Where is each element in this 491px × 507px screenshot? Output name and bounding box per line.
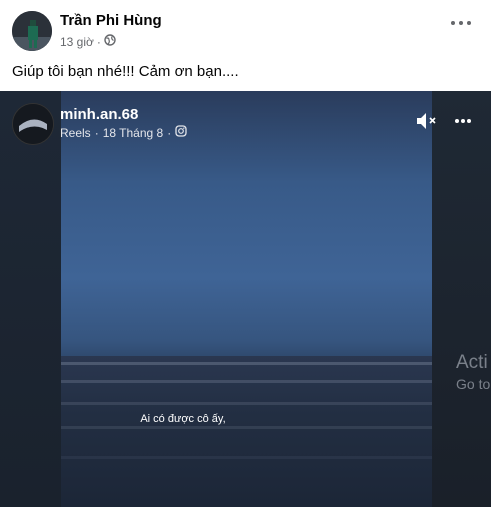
post-meta: 13 giờ · xyxy=(60,34,116,49)
reel-backdrop-left xyxy=(0,91,61,507)
reel-caption: Ai có được cô ấy, xyxy=(140,413,226,425)
watermark-subtitle: Go to xyxy=(456,376,491,392)
activation-watermark: Acti Go to xyxy=(456,352,490,392)
reel-backdrop-right xyxy=(432,91,491,507)
reel-meta: Reels · 18 Tháng 8 · xyxy=(60,125,187,140)
mute-icon[interactable] xyxy=(415,111,439,131)
reel-label[interactable]: Reels xyxy=(60,126,91,140)
instagram-icon xyxy=(175,125,187,140)
watermark-title: Acti xyxy=(456,352,488,373)
author-name[interactable]: Trần Phi Hùng xyxy=(60,12,162,29)
reel-video-frame[interactable] xyxy=(61,91,432,507)
reel-player[interactable]: minh.an.68 Reels · 18 Tháng 8 · Ai có đư… xyxy=(0,91,491,507)
reel-username[interactable]: minh.an.68 xyxy=(60,106,138,123)
post-header: Trần Phi Hùng 13 giờ · xyxy=(0,0,491,58)
globe-icon xyxy=(104,34,116,49)
post-time[interactable]: 13 giờ xyxy=(60,35,94,49)
post-text: Giúp tôi bạn nhé!!! Cảm ơn bạn.... xyxy=(12,63,239,80)
reel-date[interactable]: 18 Tháng 8 xyxy=(103,126,164,140)
reel-options-button[interactable] xyxy=(455,118,471,124)
post-options-button[interactable] xyxy=(451,20,471,26)
author-avatar[interactable] xyxy=(12,11,52,51)
sea-area xyxy=(61,356,432,507)
reel-author-avatar[interactable] xyxy=(12,103,54,145)
